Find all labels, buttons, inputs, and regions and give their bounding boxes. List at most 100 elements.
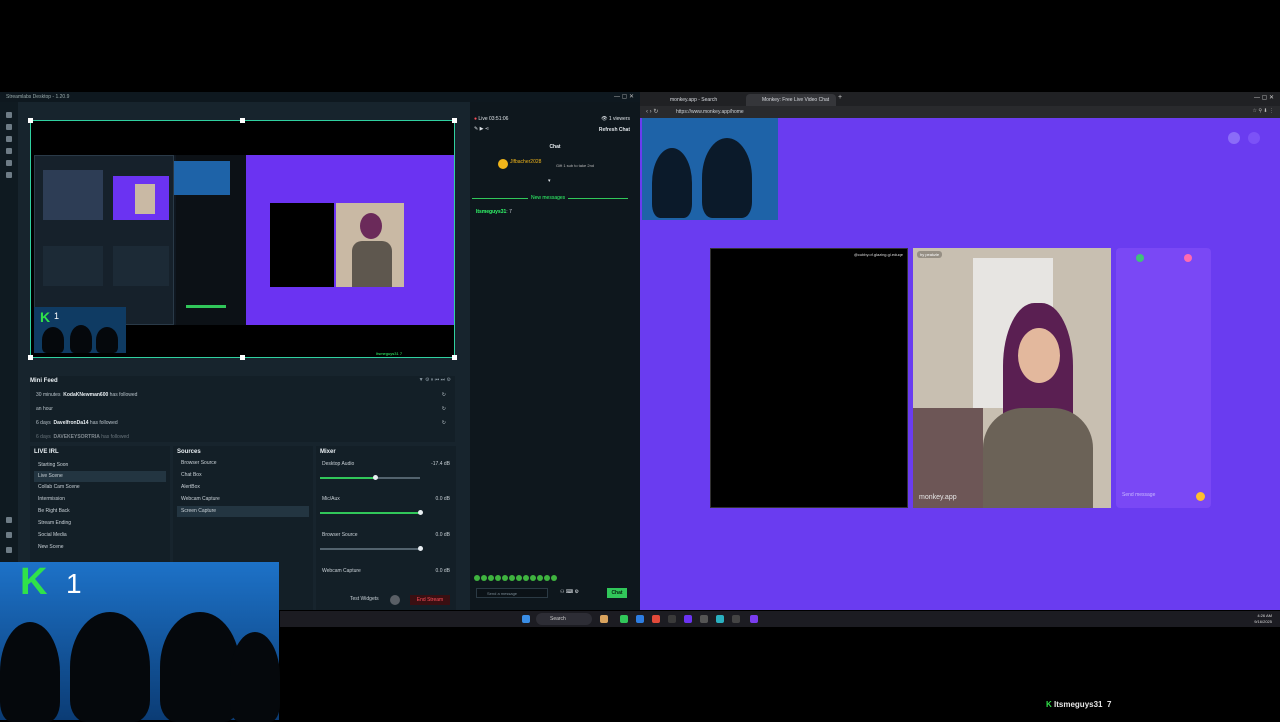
refresh-chat-button[interactable]: Refresh Chat bbox=[599, 127, 630, 133]
app-icon[interactable] bbox=[700, 615, 708, 623]
black-video-label: @cubby.of.glazing.gl.eduqe bbox=[853, 252, 903, 257]
editor-icon[interactable] bbox=[6, 112, 12, 118]
app-icon[interactable] bbox=[750, 615, 758, 623]
app-icon[interactable] bbox=[684, 615, 692, 623]
scene-item[interactable]: Intermission bbox=[34, 494, 166, 505]
repeat-icon[interactable]: ↻ bbox=[442, 392, 446, 398]
search-box[interactable]: Search bbox=[536, 613, 592, 625]
source-item[interactable]: Webcam Capture bbox=[177, 494, 309, 505]
resize-handle[interactable] bbox=[452, 118, 457, 123]
viewer-count: 👁 1 viewers bbox=[601, 116, 630, 122]
tab-search[interactable]: monkey.app - Search bbox=[654, 94, 744, 106]
app-icon[interactable] bbox=[652, 615, 660, 623]
streamlabs-icon[interactable] bbox=[620, 615, 628, 623]
edge-icon[interactable] bbox=[636, 615, 644, 623]
settings-icon[interactable] bbox=[1228, 132, 1240, 144]
tab-monkey[interactable]: Monkey: Free Live Video Chat bbox=[746, 94, 836, 106]
scene-item[interactable]: Live Scene bbox=[34, 471, 166, 482]
resize-handle[interactable] bbox=[28, 118, 33, 123]
chevron-down-icon[interactable]: ▾ bbox=[548, 178, 551, 184]
feed-row: 6 days DAVEKEYSORTRIA has followed bbox=[36, 434, 130, 440]
chat-input[interactable]: Send a message bbox=[476, 588, 548, 598]
widget-icon[interactable] bbox=[600, 615, 608, 623]
app-icon[interactable] bbox=[668, 615, 676, 623]
mixer-channel-label: Webcam Capture 0.0 dB bbox=[322, 568, 450, 574]
resize-handle[interactable] bbox=[240, 118, 245, 123]
mixer-channel-label: Browser Source 0.0 dB bbox=[322, 532, 450, 538]
person-face bbox=[1018, 328, 1060, 383]
emote-bar[interactable] bbox=[474, 575, 574, 583]
settings-icon[interactable] bbox=[6, 517, 12, 523]
monkey-brand: monkey.app bbox=[919, 494, 957, 501]
system-clock[interactable]: 4:26 AM 9/16/2025 bbox=[1254, 613, 1272, 625]
url-field[interactable]: https://www.monkey.app/home bbox=[676, 108, 1056, 116]
k-logo: K bbox=[20, 561, 48, 603]
cam-user-label: hy peakzie bbox=[917, 251, 943, 258]
window-controls[interactable]: — ▢ ✕ bbox=[1254, 94, 1274, 101]
preview-caption: Itsmeguys31 7 bbox=[376, 351, 403, 356]
help-icon[interactable] bbox=[6, 547, 12, 553]
end-stream-button[interactable]: End Stream bbox=[410, 595, 450, 605]
person-shirt bbox=[983, 408, 1093, 508]
app-icon[interactable] bbox=[716, 615, 724, 623]
new-tab-button[interactable]: + bbox=[838, 94, 842, 101]
scene-preview[interactable]: K 1 Itsmeguys31 7 bbox=[28, 118, 457, 360]
toolbar-icons[interactable]: ☆ ⚲ ⬇ ⋮ bbox=[1252, 108, 1274, 114]
scene-item[interactable]: Stream Ending bbox=[34, 518, 166, 529]
volume-slider[interactable] bbox=[320, 546, 423, 551]
source-item[interactable]: Screen Capture bbox=[177, 506, 309, 517]
mixer-channel-label: Mic/Aux 0.0 dB bbox=[322, 496, 450, 502]
volume-slider[interactable] bbox=[320, 510, 423, 515]
apps-icon[interactable] bbox=[6, 136, 12, 142]
test-widgets-button[interactable]: Test Widgets bbox=[350, 596, 379, 602]
send-button[interactable] bbox=[1196, 492, 1205, 501]
app-icon[interactable] bbox=[732, 615, 740, 623]
source-item[interactable]: Browser Source bbox=[177, 458, 309, 469]
report-icon[interactable] bbox=[1136, 254, 1144, 262]
scene-item[interactable]: Be Right Back bbox=[34, 506, 166, 517]
resize-handle[interactable] bbox=[28, 355, 33, 360]
stats-icon[interactable] bbox=[6, 160, 12, 166]
preview-webcam: K 1 bbox=[34, 307, 126, 353]
record-icon[interactable] bbox=[390, 595, 400, 605]
address-bar-row: ‹ › ↻ https://www.monkey.app/home ☆ ⚲ ⬇ … bbox=[640, 106, 1280, 118]
volume-slider[interactable] bbox=[320, 475, 420, 480]
scene-item[interactable]: Collab Cam Scene bbox=[34, 482, 166, 493]
live-timer: ● Live 03:51:06 bbox=[474, 116, 509, 122]
source-item[interactable]: AlertBox bbox=[177, 482, 309, 493]
scene-item[interactable]: New Scene bbox=[34, 542, 166, 553]
profile-icon[interactable] bbox=[1248, 132, 1260, 144]
gift-note: Gift 1 sub to take 2nd bbox=[556, 163, 595, 168]
source-item[interactable]: Chat Box bbox=[177, 470, 309, 481]
repeat-icon[interactable]: ↻ bbox=[442, 420, 446, 426]
profile-icon[interactable] bbox=[6, 532, 12, 538]
studio-icon[interactable] bbox=[6, 148, 12, 154]
stream-footer: Test Widgets End Stream bbox=[280, 592, 470, 608]
scene-item[interactable]: Starting Soon bbox=[34, 460, 166, 471]
chat-side-panel: Send message bbox=[1116, 248, 1211, 508]
chat-message: Itsmeguys31: 7 bbox=[476, 209, 512, 215]
start-icon[interactable] bbox=[522, 615, 530, 623]
repeat-icon[interactable]: ↻ bbox=[442, 406, 446, 412]
feed-controls[interactable]: ▼ ⚙ ⏸ ⏮ ⏭ ⚙ bbox=[419, 377, 451, 383]
resize-handle[interactable] bbox=[240, 355, 245, 360]
scenes-title: LIVE IRL bbox=[34, 449, 59, 455]
donor-badge bbox=[498, 159, 508, 169]
nav-icons[interactable]: ‹ › ↻ bbox=[646, 108, 658, 115]
window-controls[interactable]: — ▢ ✕ bbox=[614, 93, 634, 100]
chat-tools[interactable]: ✎ ▶ ⋖ bbox=[474, 126, 489, 132]
feed-row: an hour ↻ bbox=[36, 406, 446, 412]
layout-icon[interactable] bbox=[6, 172, 12, 178]
chat-options[interactable]: ⚇ ⌨ ⚙ bbox=[560, 589, 579, 595]
resize-handle[interactable] bbox=[452, 355, 457, 360]
send-message-input[interactable]: Send message bbox=[1122, 492, 1155, 498]
nested-black-video bbox=[270, 203, 334, 287]
scene-item[interactable]: Social Media bbox=[34, 530, 166, 541]
remote-video-cam: hy peakzie monkey.app bbox=[913, 248, 1111, 508]
mini-feed-title: Mini Feed bbox=[30, 378, 58, 384]
chat-send-button[interactable]: Chat bbox=[607, 588, 627, 598]
themes-icon[interactable] bbox=[6, 124, 12, 130]
nested-streamlabs bbox=[34, 155, 174, 325]
info-icon[interactable] bbox=[1184, 254, 1192, 262]
taskbar: Search 4:26 AM 9/16/2025 bbox=[280, 611, 1280, 627]
